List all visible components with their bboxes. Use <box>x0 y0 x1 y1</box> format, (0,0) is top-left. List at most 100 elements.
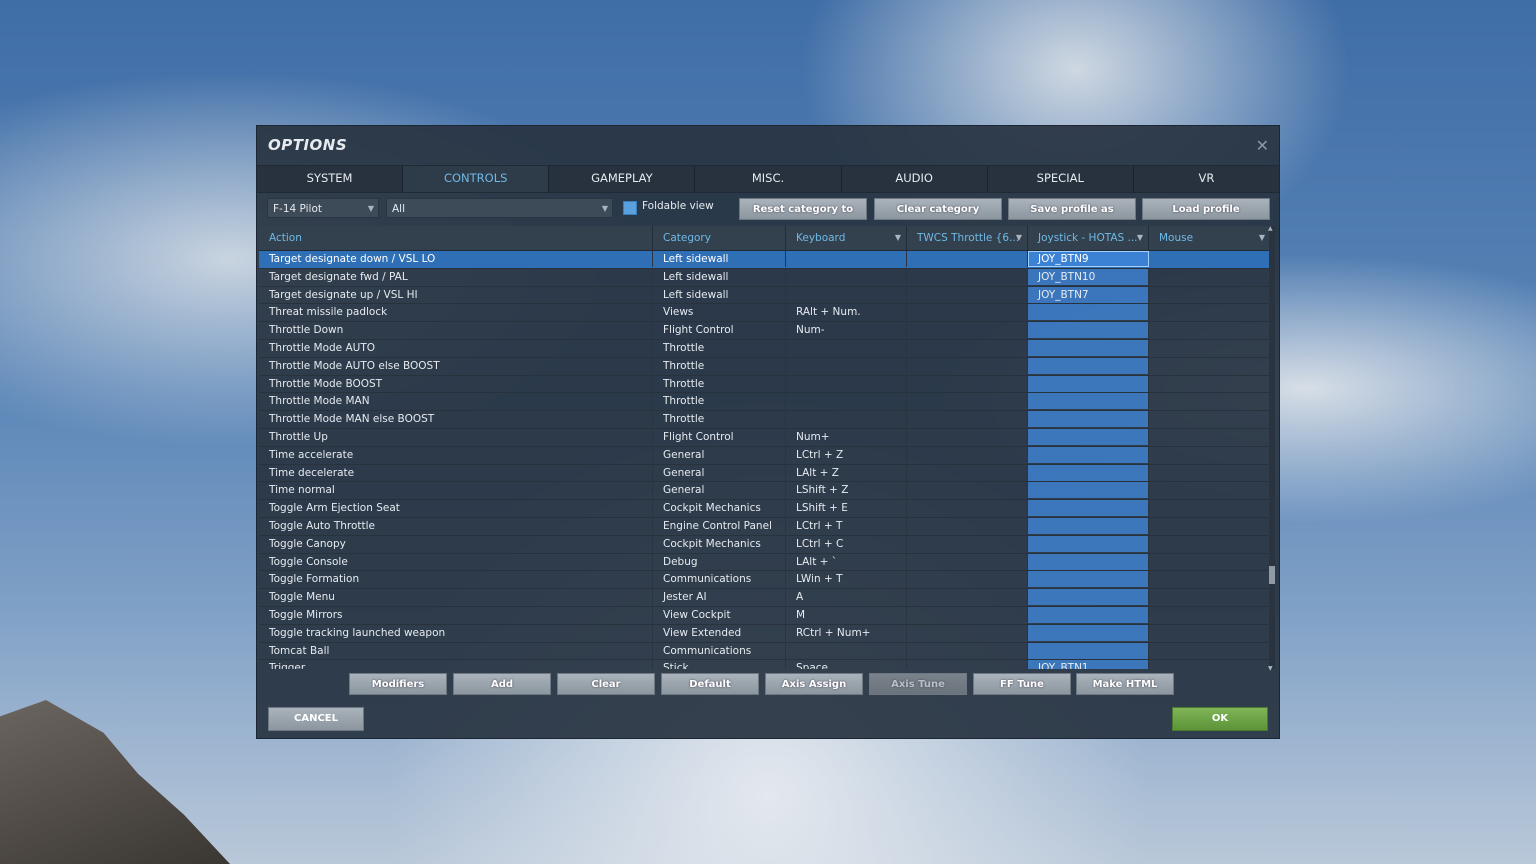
close-icon[interactable]: ✕ <box>1256 136 1269 155</box>
cell-keyboard[interactable]: M <box>786 606 907 623</box>
cell-category[interactable]: Throttle <box>653 357 786 374</box>
cell-category[interactable]: General <box>653 446 786 463</box>
cell-throttle[interactable] <box>907 304 1028 321</box>
cell-throttle[interactable] <box>907 642 1028 659</box>
cell-mouse[interactable] <box>1149 642 1271 659</box>
tab-vr[interactable]: VR <box>1133 166 1279 192</box>
cell-action[interactable]: Throttle Mode AUTO else BOOST <box>259 357 653 374</box>
cell-keyboard[interactable] <box>786 286 907 303</box>
column-header-action[interactable]: Action <box>259 226 653 250</box>
cell-joystick[interactable]: JOY_BTN1 <box>1028 660 1149 669</box>
cell-category[interactable]: Stick <box>653 660 786 669</box>
table-row[interactable]: Throttle Down Flight Control Num- <box>259 322 1271 340</box>
cell-action[interactable]: Toggle Menu <box>259 589 653 606</box>
cell-throttle[interactable] <box>907 553 1028 570</box>
cell-action[interactable]: Throttle Up <box>259 428 653 445</box>
cell-mouse[interactable] <box>1149 357 1271 374</box>
cell-joystick[interactable] <box>1028 322 1149 339</box>
column-header-mouse[interactable]: Mouse ▼ <box>1149 226 1271 250</box>
cell-joystick[interactable] <box>1028 446 1149 463</box>
cell-keyboard[interactable]: LCtrl + T <box>786 517 907 534</box>
cell-throttle[interactable] <box>907 411 1028 428</box>
cell-action[interactable]: Toggle Arm Ejection Seat <box>259 500 653 517</box>
cell-joystick[interactable] <box>1028 339 1149 356</box>
cell-joystick[interactable] <box>1028 553 1149 570</box>
cell-action[interactable]: Time decelerate <box>259 464 653 481</box>
cell-throttle[interactable] <box>907 482 1028 499</box>
cell-throttle[interactable] <box>907 606 1028 623</box>
axis-tune-button[interactable]: Axis Tune <box>869 673 967 695</box>
cell-mouse[interactable] <box>1149 446 1271 463</box>
table-row[interactable]: Time normal General LShift + Z <box>259 482 1271 501</box>
scrollbar-thumb[interactable] <box>1269 566 1275 584</box>
cell-category[interactable]: Cockpit Mechanics <box>653 535 786 552</box>
cell-category[interactable]: Left sidewall <box>653 251 786 267</box>
cell-keyboard[interactable] <box>786 339 907 356</box>
cell-mouse[interactable] <box>1149 251 1271 267</box>
cell-throttle[interactable] <box>907 322 1028 339</box>
column-header-category[interactable]: Category <box>653 226 786 250</box>
table-row[interactable]: Time decelerate General LAlt + Z <box>259 464 1271 483</box>
cell-joystick[interactable]: JOY_BTN9 <box>1028 251 1149 267</box>
cell-mouse[interactable] <box>1149 411 1271 428</box>
cell-joystick[interactable] <box>1028 571 1149 588</box>
modifiers-button[interactable]: Modifiers <box>349 673 447 695</box>
cell-throttle[interactable] <box>907 357 1028 374</box>
table-row[interactable]: Target designate fwd / PAL Left sidewall J… <box>259 268 1271 287</box>
cell-mouse[interactable] <box>1149 375 1271 392</box>
cell-joystick[interactable] <box>1028 411 1149 428</box>
cell-throttle[interactable] <box>907 500 1028 517</box>
table-row[interactable]: Throttle Mode AUTO else BOOST Throttle <box>259 357 1271 376</box>
cell-keyboard[interactable]: LWin + T <box>786 571 907 588</box>
cell-action[interactable]: Throttle Mode MAN else BOOST <box>259 411 653 428</box>
cell-joystick[interactable] <box>1028 517 1149 534</box>
cell-mouse[interactable] <box>1149 339 1271 356</box>
cell-throttle[interactable] <box>907 535 1028 552</box>
cell-keyboard[interactable]: Num- <box>786 322 907 339</box>
clear-category-button[interactable]: Clear category <box>874 198 1002 220</box>
table-row[interactable]: Time accelerate General LCtrl + Z <box>259 446 1271 465</box>
cell-category[interactable]: Communications <box>653 571 786 588</box>
cell-throttle[interactable] <box>907 268 1028 285</box>
cell-mouse[interactable] <box>1149 464 1271 481</box>
cell-throttle[interactable] <box>907 660 1028 669</box>
cell-joystick[interactable] <box>1028 464 1149 481</box>
cell-action[interactable]: Throttle Down <box>259 322 653 339</box>
cell-mouse[interactable] <box>1149 304 1271 321</box>
cell-mouse[interactable] <box>1149 393 1271 410</box>
cell-throttle[interactable] <box>907 464 1028 481</box>
cell-action[interactable]: Target designate down / VSL LO <box>259 251 653 267</box>
cell-action[interactable]: Toggle tracking launched weapon <box>259 624 653 641</box>
cell-category[interactable]: Engine Control Panel <box>653 517 786 534</box>
cell-action[interactable]: Threat missile padlock <box>259 304 653 321</box>
cell-mouse[interactable] <box>1149 517 1271 534</box>
cell-joystick[interactable] <box>1028 500 1149 517</box>
table-row[interactable]: Throttle Mode MAN Throttle <box>259 393 1271 412</box>
cell-category[interactable]: Flight Control <box>653 322 786 339</box>
cell-keyboard[interactable]: Num+ <box>786 428 907 445</box>
cell-action[interactable]: Time accelerate <box>259 446 653 463</box>
cell-action[interactable]: Throttle Mode AUTO <box>259 339 653 356</box>
cell-action[interactable]: Toggle Mirrors <box>259 606 653 623</box>
cell-keyboard[interactable]: RAlt + Num. <box>786 304 907 321</box>
default-button[interactable]: Default <box>661 673 759 695</box>
cell-category[interactable]: Throttle <box>653 339 786 356</box>
clear-button[interactable]: Clear <box>557 673 655 695</box>
column-header-joystick[interactable]: Joystick - HOTAS ... ▼ <box>1028 226 1149 250</box>
cell-action[interactable]: Throttle Mode MAN <box>259 393 653 410</box>
cell-action[interactable]: Toggle Canopy <box>259 535 653 552</box>
cell-throttle[interactable] <box>907 251 1028 267</box>
cell-category[interactable]: Left sidewall <box>653 286 786 303</box>
cell-keyboard[interactable]: Space <box>786 660 907 669</box>
table-scrollbar[interactable]: ▲ ▼ <box>1268 225 1275 672</box>
cell-keyboard[interactable]: LCtrl + Z <box>786 446 907 463</box>
cell-joystick[interactable] <box>1028 589 1149 606</box>
cell-mouse[interactable] <box>1149 535 1271 552</box>
table-row[interactable]: Target designate up / VSL HI Left sidewal… <box>259 286 1271 305</box>
cell-category[interactable]: View Cockpit <box>653 606 786 623</box>
cell-keyboard[interactable] <box>786 393 907 410</box>
cell-category[interactable]: Throttle <box>653 393 786 410</box>
table-row[interactable]: Toggle Arm Ejection Seat Cockpit Mechanic… <box>259 500 1271 518</box>
foldable-view-checkbox[interactable] <box>623 201 637 215</box>
cell-category[interactable]: Throttle <box>653 375 786 392</box>
